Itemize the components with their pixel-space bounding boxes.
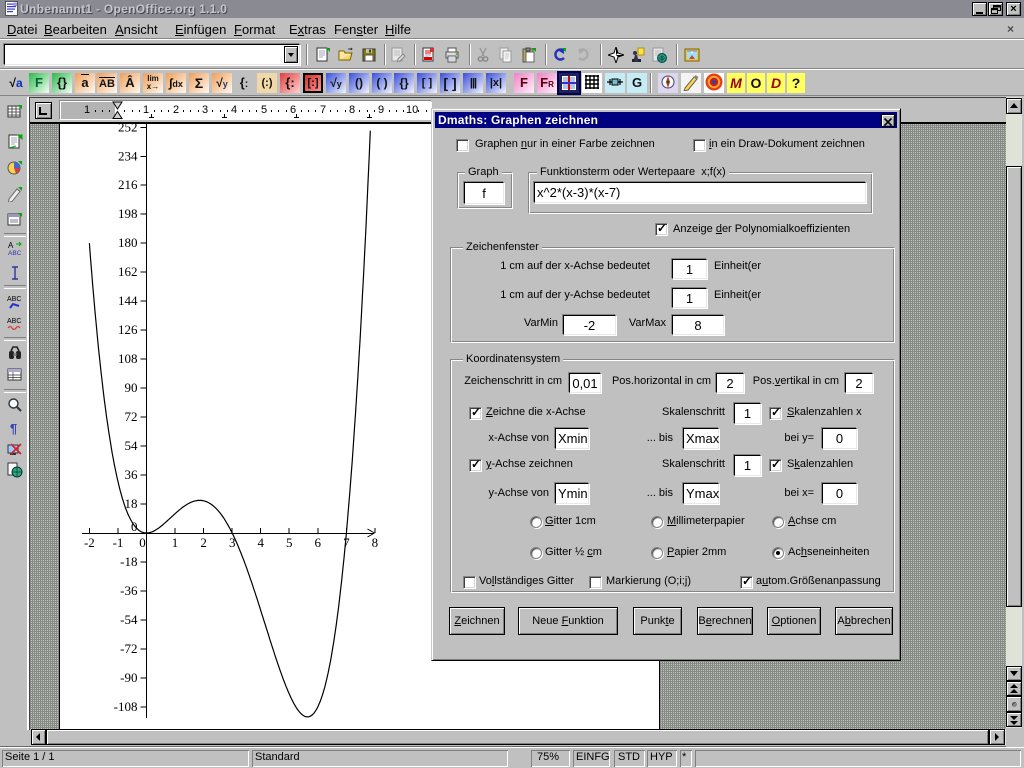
- svg-text:5: 5: [286, 535, 293, 550]
- svg-text:36: 36: [125, 467, 139, 482]
- svg-text:216: 216: [118, 177, 138, 192]
- svg-text:ABC: ABC: [7, 318, 21, 325]
- svg-text:18: 18: [125, 496, 138, 511]
- svg-text:72: 72: [125, 409, 138, 424]
- svg-text:-36: -36: [120, 583, 138, 598]
- svg-text:234: 234: [118, 148, 138, 163]
- svg-text:108: 108: [118, 351, 138, 366]
- svg-text:A: A: [8, 241, 14, 250]
- svg-text:-2: -2: [84, 535, 95, 550]
- svg-text:4: 4: [257, 535, 264, 550]
- svg-text:6: 6: [315, 535, 322, 550]
- svg-text:0: 0: [139, 535, 146, 550]
- svg-text:-1: -1: [113, 535, 124, 550]
- svg-text:-54: -54: [120, 612, 138, 627]
- svg-text:162: 162: [118, 264, 138, 279]
- svg-text:54: 54: [125, 438, 139, 453]
- svg-text:-18: -18: [120, 554, 137, 569]
- svg-text:2: 2: [200, 535, 207, 550]
- svg-text:-108: -108: [114, 699, 138, 714]
- svg-text:7: 7: [343, 535, 350, 550]
- svg-text:198: 198: [118, 206, 138, 221]
- svg-text:180: 180: [118, 235, 138, 250]
- svg-text:126: 126: [118, 322, 138, 337]
- svg-text:-90: -90: [120, 670, 137, 685]
- svg-text:144: 144: [118, 293, 138, 308]
- svg-text:90: 90: [125, 380, 138, 395]
- svg-text:8: 8: [372, 535, 379, 550]
- svg-text:ABC: ABC: [7, 296, 21, 303]
- svg-text:252: 252: [118, 124, 138, 134]
- svg-text:1: 1: [172, 535, 179, 550]
- svg-text:-72: -72: [120, 641, 137, 656]
- svg-text:ABC: ABC: [8, 250, 22, 256]
- svg-text:¶: ¶: [10, 421, 17, 436]
